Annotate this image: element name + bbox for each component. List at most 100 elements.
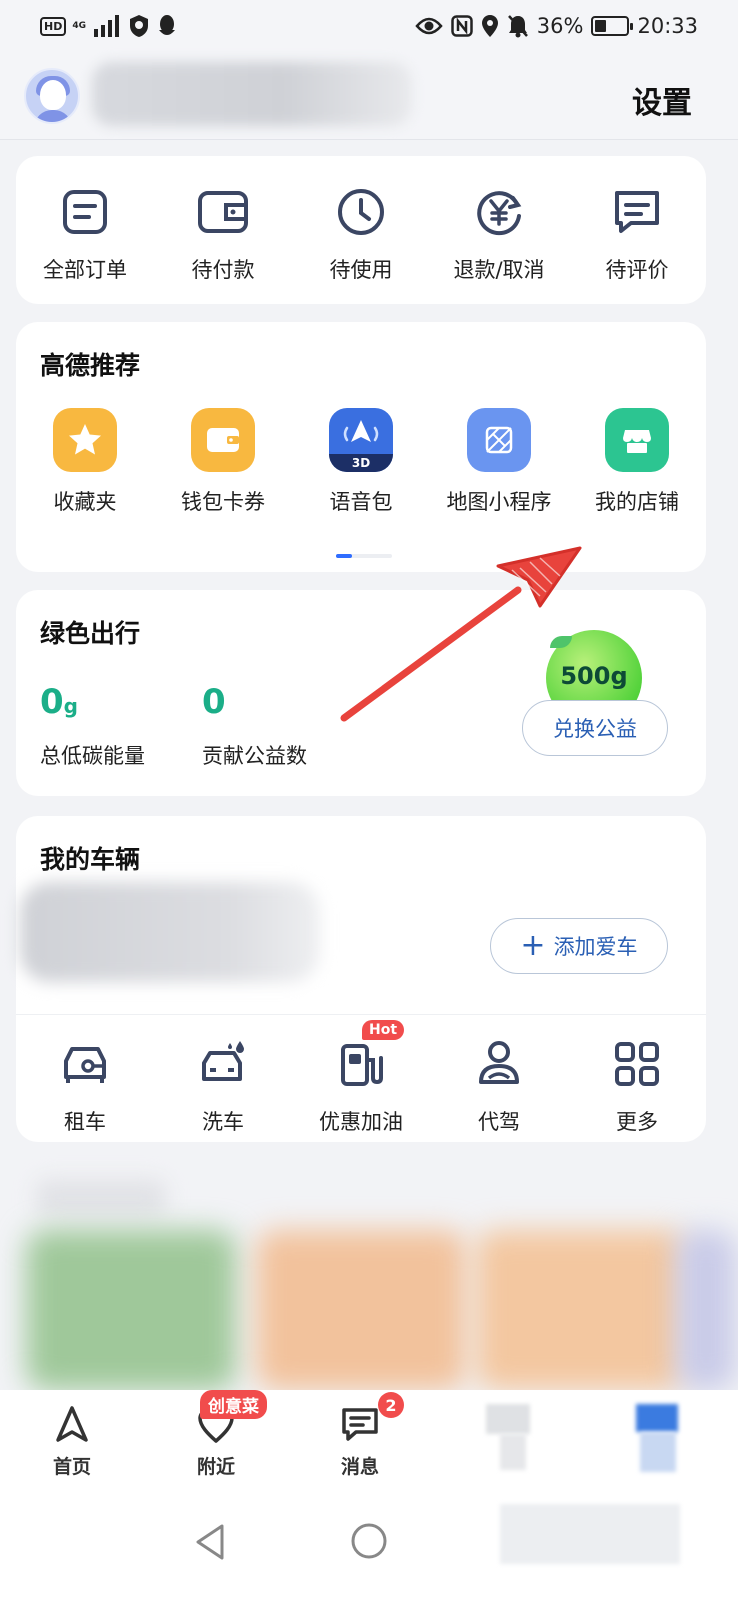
shield-icon bbox=[130, 15, 148, 37]
status-left: HD 4G bbox=[40, 12, 178, 40]
nav-nearby-label: 附近 bbox=[196, 1456, 235, 1478]
add-car-button[interactable]: + 添加爱车 bbox=[490, 918, 668, 974]
leaf-icon bbox=[550, 636, 572, 648]
hd-indicator: HD bbox=[40, 16, 67, 36]
message-icon bbox=[342, 1408, 378, 1441]
recommend-row: 收藏夹 钱包卡券 3D 语音包 地图小程序 我的店铺 bbox=[16, 408, 706, 516]
energy-ball-label: 500g bbox=[560, 662, 628, 690]
system-navigation-bar bbox=[0, 1494, 738, 1600]
favorites-button[interactable]: 收藏夹 bbox=[16, 408, 154, 516]
designated-driver-button[interactable]: 代驾 bbox=[430, 1036, 568, 1136]
bottom-navigation: 首页 附近 消息 创意菜 2 bbox=[0, 1390, 738, 1494]
orders-row: 全部订单 待付款 待使用 退款/取消 待评价 bbox=[16, 184, 706, 284]
mini-program-button[interactable]: 地图小程序 bbox=[430, 408, 568, 516]
order-review-button[interactable]: 待评价 bbox=[568, 184, 706, 284]
qq-penguin-icon bbox=[159, 15, 175, 35]
driver-icon bbox=[471, 1036, 527, 1092]
comment-icon bbox=[609, 184, 665, 240]
status-right: 36% 20:33 bbox=[415, 12, 698, 40]
mini-program-icon bbox=[467, 408, 531, 472]
order-refund-button[interactable]: 退款/取消 bbox=[430, 184, 568, 284]
more-services-label: 更多 bbox=[616, 1110, 658, 1134]
refund-yen-icon bbox=[471, 184, 527, 240]
voice-pack-label: 语音包 bbox=[329, 490, 393, 514]
green-travel-card: 绿色出行 0g 总低碳能量 0 贡献公益数 500g 兑换公益 bbox=[16, 590, 706, 796]
order-all-label: 全部订单 bbox=[43, 258, 127, 282]
order-refund-label: 退款/取消 bbox=[453, 258, 545, 282]
my-shop-button[interactable]: 我的店铺 bbox=[568, 408, 706, 516]
profile-header: 设置 bbox=[0, 52, 738, 140]
nearby-badge: 创意菜 bbox=[200, 1390, 267, 1419]
clock-icon bbox=[333, 184, 389, 240]
nfc-icon bbox=[451, 15, 473, 37]
designated-driver-label: 代驾 bbox=[478, 1110, 520, 1134]
fuel-discount-button[interactable]: 优惠加油 bbox=[292, 1036, 430, 1136]
vehicle-title: 我的车辆 bbox=[40, 845, 141, 874]
location-icon bbox=[481, 15, 498, 37]
order-list-icon bbox=[57, 184, 113, 240]
my-shop-label: 我的店铺 bbox=[595, 490, 679, 514]
wallet-coupon-label: 钱包卡券 bbox=[181, 490, 265, 514]
car-rental-label: 租车 bbox=[64, 1110, 106, 1134]
order-unused-label: 待使用 bbox=[329, 258, 393, 282]
nav-home-label: 首页 bbox=[52, 1456, 91, 1478]
avatar[interactable] bbox=[24, 68, 80, 124]
car-wash-button[interactable]: 洗车 bbox=[154, 1036, 292, 1136]
order-unpaid-button[interactable]: 待付款 bbox=[154, 184, 292, 284]
car-rental-button[interactable]: 租车 bbox=[16, 1036, 154, 1136]
favorites-label: 收藏夹 bbox=[53, 490, 117, 514]
navigation-arrow-icon bbox=[56, 1406, 88, 1442]
nav-home[interactable]: 首页 bbox=[22, 1404, 122, 1479]
car-wash-icon bbox=[195, 1036, 251, 1092]
back-icon[interactable] bbox=[192, 1522, 228, 1562]
blurred-username[interactable] bbox=[92, 62, 412, 126]
wallet-card-icon bbox=[191, 408, 255, 472]
recommend-title: 高德推荐 bbox=[40, 351, 141, 380]
grid-more-icon bbox=[609, 1036, 665, 1092]
vehicle-services-row: 租车 洗车 优惠加油 代驾 更多 bbox=[16, 1036, 706, 1136]
voice-pack-3d-badge: 3D bbox=[329, 454, 393, 472]
donation-label: 贡献公益数 bbox=[202, 744, 307, 768]
eye-icon bbox=[415, 17, 443, 35]
orders-card: 全部订单 待付款 待使用 退款/取消 待评价 bbox=[16, 156, 706, 304]
recents-blurred[interactable] bbox=[500, 1504, 680, 1564]
more-services-button[interactable]: 更多 bbox=[568, 1036, 706, 1136]
signal-icon bbox=[94, 15, 119, 37]
battery-fill bbox=[595, 20, 607, 32]
exchange-charity-button[interactable]: 兑换公益 bbox=[522, 700, 668, 756]
carbon-label: 总低碳能量 bbox=[40, 744, 145, 768]
car-rental-icon bbox=[57, 1036, 113, 1092]
add-car-label: 添加爱车 bbox=[553, 935, 638, 959]
voice-pack-3d-icon: 3D bbox=[329, 408, 393, 472]
blurred-content-section bbox=[16, 1160, 738, 1400]
page-indicator bbox=[336, 554, 392, 558]
order-all-button[interactable]: 全部订单 bbox=[16, 184, 154, 284]
car-wash-label: 洗车 bbox=[202, 1110, 244, 1134]
order-unpaid-label: 待付款 bbox=[191, 258, 255, 282]
bell-mute-icon bbox=[507, 15, 528, 38]
my-vehicle-card: 我的车辆 + 添加爱车 租车 洗车 优惠加油 代驾 更多 Hot bbox=[16, 816, 706, 1142]
fuel-pump-icon bbox=[333, 1036, 389, 1092]
donation-value: 0 bbox=[202, 682, 226, 722]
divider bbox=[16, 1014, 706, 1015]
blurred-vehicle-info bbox=[20, 882, 320, 982]
home-circle-icon[interactable] bbox=[350, 1522, 388, 1560]
hot-badge: Hot bbox=[362, 1020, 405, 1040]
wallet-coupon-button[interactable]: 钱包卡券 bbox=[154, 408, 292, 516]
recommend-card: 高德推荐 收藏夹 钱包卡券 3D 语音包 地图小程序 我的店铺 bbox=[16, 322, 706, 572]
fuel-discount-label: 优惠加油 bbox=[319, 1110, 403, 1134]
battery-percent: 36% bbox=[536, 14, 584, 38]
nav-messages-label: 消息 bbox=[340, 1456, 379, 1478]
plus-icon: + bbox=[520, 928, 546, 963]
star-icon bbox=[53, 408, 117, 472]
messages-badge: 2 bbox=[378, 1392, 404, 1418]
carbon-unit: g bbox=[63, 694, 78, 718]
battery-icon bbox=[591, 16, 634, 36]
settings-button[interactable]: 设置 bbox=[632, 78, 692, 122]
wallet-icon bbox=[195, 184, 251, 240]
order-unused-button[interactable]: 待使用 bbox=[292, 184, 430, 284]
shop-icon bbox=[605, 408, 669, 472]
voice-pack-button[interactable]: 3D 语音包 bbox=[292, 408, 430, 516]
status-bar: HD 4G 36% 20:33 bbox=[0, 0, 738, 52]
green-title: 绿色出行 bbox=[40, 619, 141, 648]
